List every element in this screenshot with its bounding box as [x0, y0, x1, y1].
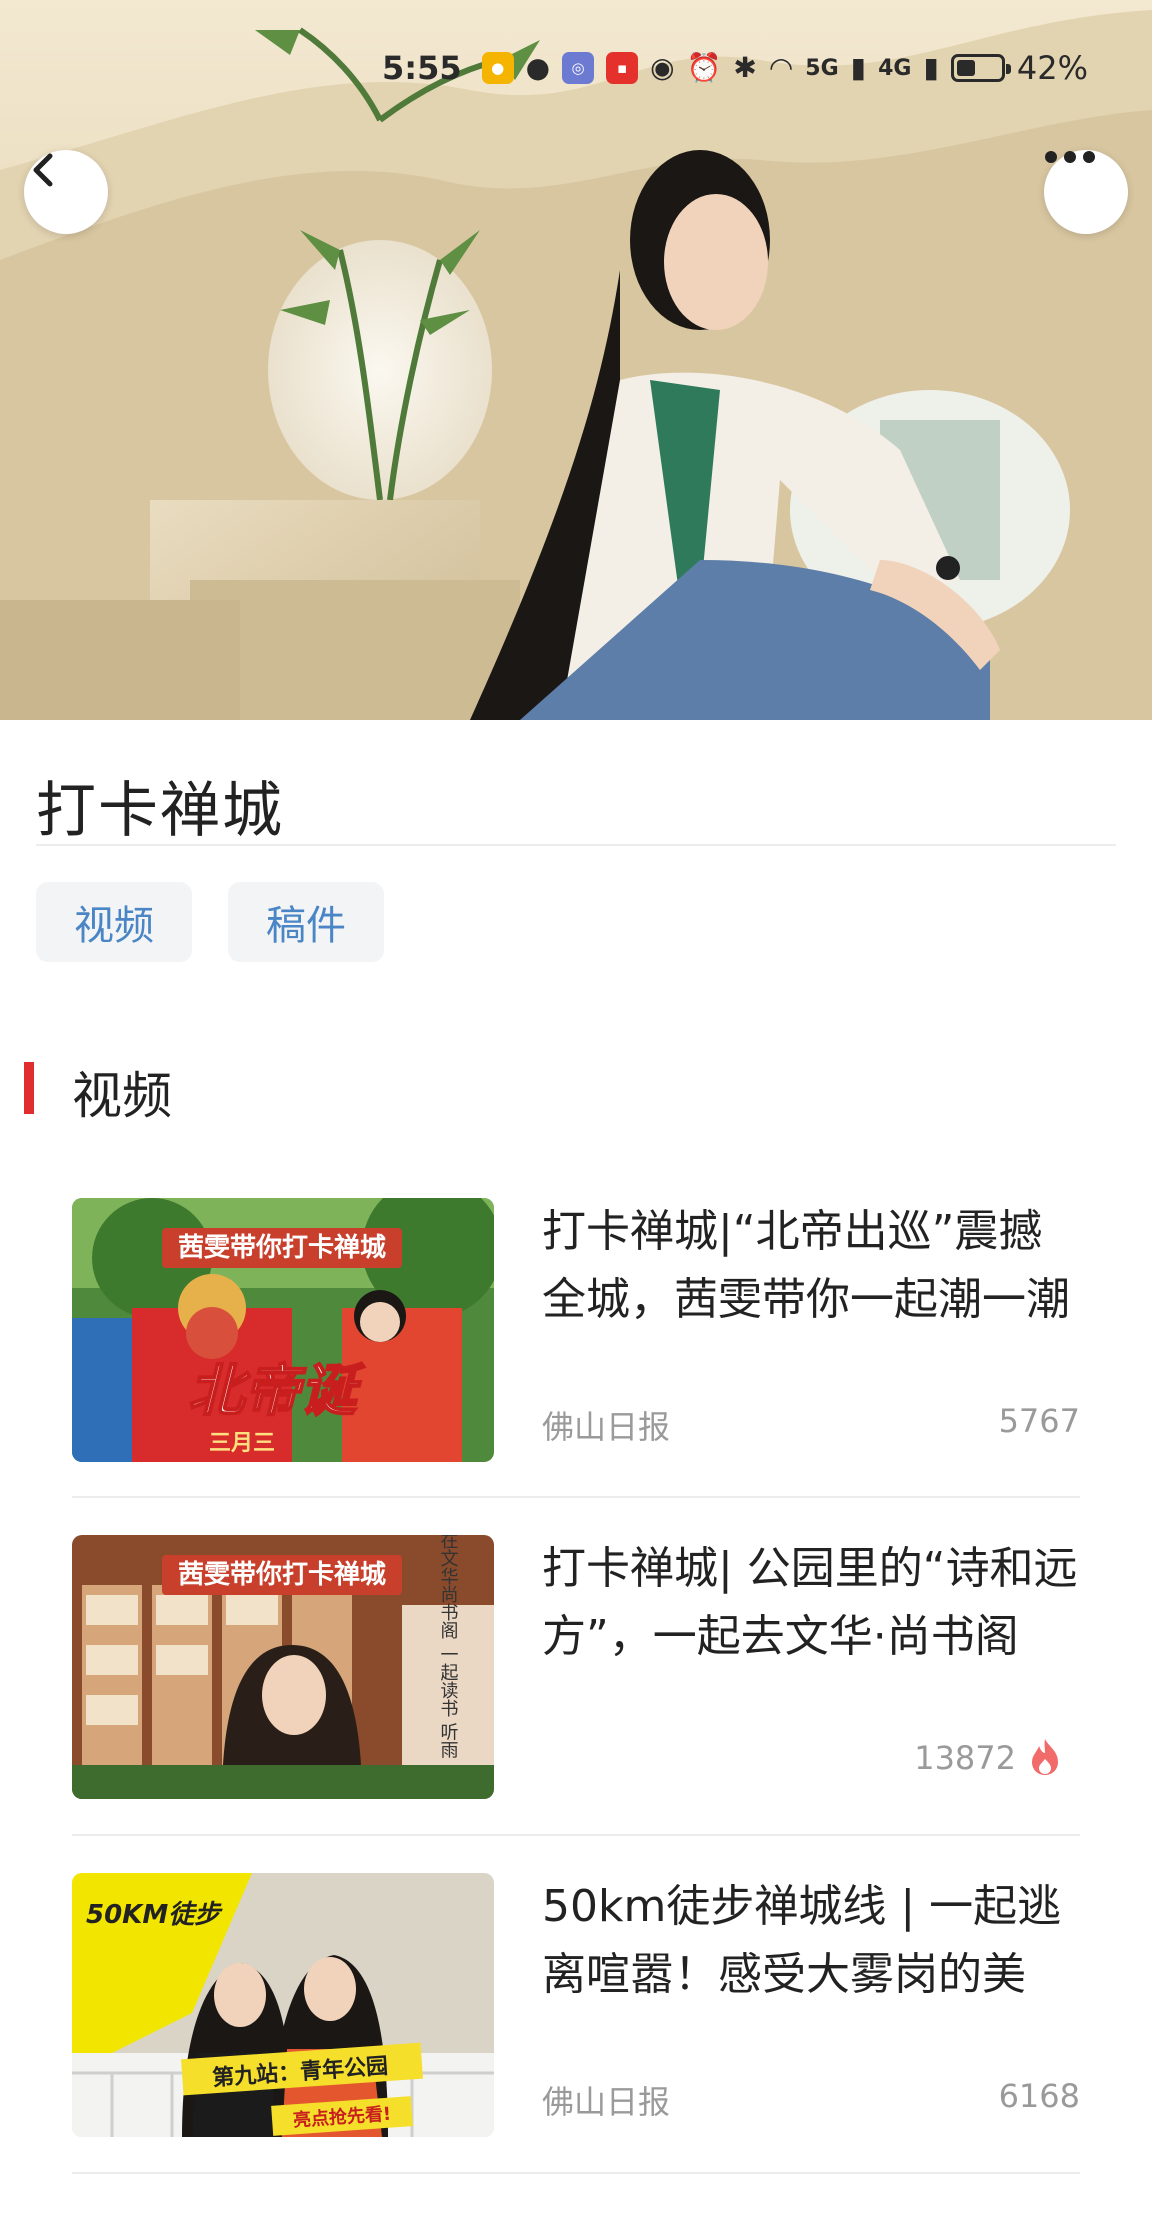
video-item[interactable]: 茜雯带你打卡禅城 在文华尚书阁 一起读书 听雨 打卡禅城| 公园里的“诗和远方”… — [72, 1535, 1080, 1799]
signal-4g-icon: 4G — [878, 55, 912, 81]
thumb-caption: 北帝诞 — [188, 1358, 365, 1424]
view-count: 6168 — [998, 2077, 1080, 2115]
view-count: 5767 — [998, 1402, 1080, 1440]
chat-bubble-icon: ● — [525, 51, 551, 84]
video-thumbnail[interactable]: 茜雯带你打卡禅城 北帝诞 三月三 — [72, 1198, 494, 1462]
section-accent-bar — [24, 1062, 34, 1114]
weibo-icon: ● — [481, 52, 514, 84]
page-title: 打卡禅城 — [36, 776, 284, 846]
more-button[interactable] — [1044, 150, 1128, 234]
video-title[interactable]: 打卡禅城| 公园里的“诗和远方”，一起去文华·尚书阁 — [542, 1535, 1082, 1671]
more-dots-icon — [1045, 151, 1095, 163]
back-button[interactable] — [24, 150, 108, 234]
flame-icon — [1032, 1739, 1058, 1775]
hero-photo — [0, 0, 1152, 720]
video-source: 佛山日报 — [542, 2083, 671, 2121]
wifi-icon: ◠ — [768, 51, 794, 84]
eye-icon: ◉ — [650, 51, 675, 84]
video-item[interactable]: 茜雯带你打卡禅城 北帝诞 三月三 打卡禅城|“北帝出巡”震撼全城，茜雯带你一起潮… — [72, 1198, 1080, 1462]
thumb-banner: 茜雯带你打卡禅城 — [178, 1560, 386, 1590]
hero-banner: 5:55 ● ● ◎ ▪ ◉ ⏰ ✱ ◠ 5G ▮ 4G ▮ 42% — [0, 0, 1152, 720]
status-time: 5:55 — [382, 49, 462, 87]
battery-percent: 42% — [1016, 49, 1088, 87]
video-title[interactable]: 打卡禅城|“北帝出巡”震撼全城，茜雯带你一起潮一潮 — [542, 1198, 1082, 1334]
chevron-left-icon — [33, 153, 53, 187]
video-thumbnail[interactable]: 茜雯带你打卡禅城 在文华尚书阁 一起读书 听雨 — [72, 1535, 494, 1799]
topic-page: 5:55 ● ● ◎ ▪ ◉ ⏰ ✱ ◠ 5G ▮ 4G ▮ 42% 打卡禅城 … — [0, 0, 1152, 2218]
app-icon: ◎ — [562, 52, 595, 84]
row-divider — [72, 1834, 1080, 1836]
signal-5g-icon: 5G — [805, 55, 839, 81]
thumb-banner: 茜雯带你打卡禅城 — [178, 1233, 386, 1263]
app-icon-red: ▪ — [606, 52, 639, 84]
tab-videos[interactable]: 视频 — [36, 882, 192, 962]
alarm-icon: ⏰ — [686, 51, 722, 84]
row-divider — [72, 2172, 1080, 2174]
video-thumbnail[interactable]: 50KM徒步 第九站：青年公园 亮点抢先看! — [72, 1873, 494, 2137]
video-title[interactable]: 50km徒步禅城线 | 一起逃离喧嚣！感受大雾岗的美 — [542, 1873, 1082, 2009]
thumb-banner: 50KM徒步 — [86, 1900, 223, 1930]
battery-icon — [950, 54, 1011, 82]
video-source: 佛山日报 — [542, 1408, 671, 1446]
thumb-caption: 在文华尚书阁 一起读书 听雨 — [438, 1535, 459, 1759]
title-divider — [36, 844, 1116, 846]
section-title: 视频 — [72, 1067, 172, 1125]
row-divider — [72, 1496, 1080, 1498]
video-item[interactable]: 50KM徒步 第九站：青年公园 亮点抢先看! 50km徒步禅城线 | 一起逃离喧… — [72, 1873, 1080, 2137]
view-count: 13872 — [914, 1739, 1016, 1777]
tab-articles[interactable]: 稿件 — [228, 882, 384, 962]
status-bar: 5:55 ● ● ◎ ▪ ◉ ⏰ ✱ ◠ 5G ▮ 4G ▮ 42% — [0, 40, 1152, 96]
battery-fill — [956, 60, 975, 76]
bluetooth-icon: ✱ — [733, 51, 757, 84]
thumb-sub: 三月三 — [209, 1431, 275, 1456]
signal-bars-icon: ▮ — [923, 51, 939, 84]
signal-bars-icon: ▮ — [850, 51, 867, 84]
